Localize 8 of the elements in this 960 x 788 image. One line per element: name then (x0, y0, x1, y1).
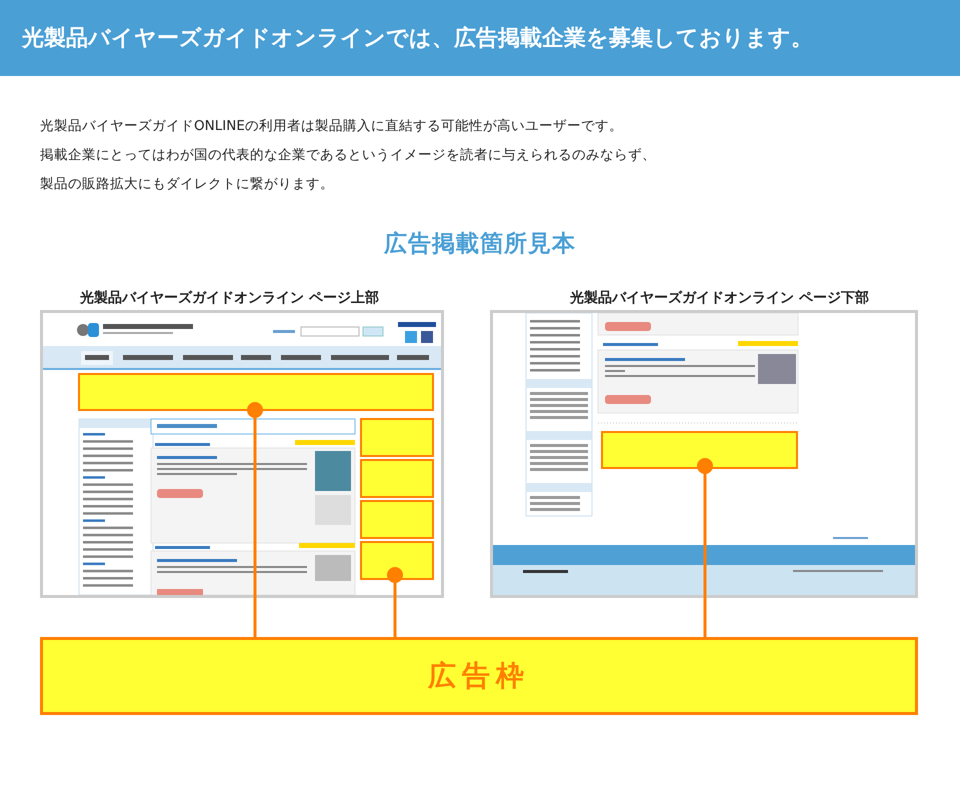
section-heading: 広告掲載箇所見本 (382, 230, 577, 259)
page-title: 光製品バイヤーズガイドオンラインでは、広告掲載企業を募集しております。 (22, 24, 813, 53)
ad-frame-label: 広告枠 (428, 658, 530, 694)
intro-text: 光製品バイヤーズガイドONLINEの利用者は製品購入に直結する可能性が高いユーザーです。 (40, 117, 624, 136)
intro-text: 掲載企業にとってはわが国の代表的な企業であるというイメージを読者に与えられるのみならず、 (40, 146, 657, 165)
sample-label: 光製品バイヤーズガイドオンライン ページ下部 (568, 288, 869, 308)
sample-label: 光製品バイヤーズガイドオンライン ページ上部 (78, 288, 380, 308)
intro-text: 製品の販路拡大にもダイレクトに繋がります。 (40, 175, 335, 194)
